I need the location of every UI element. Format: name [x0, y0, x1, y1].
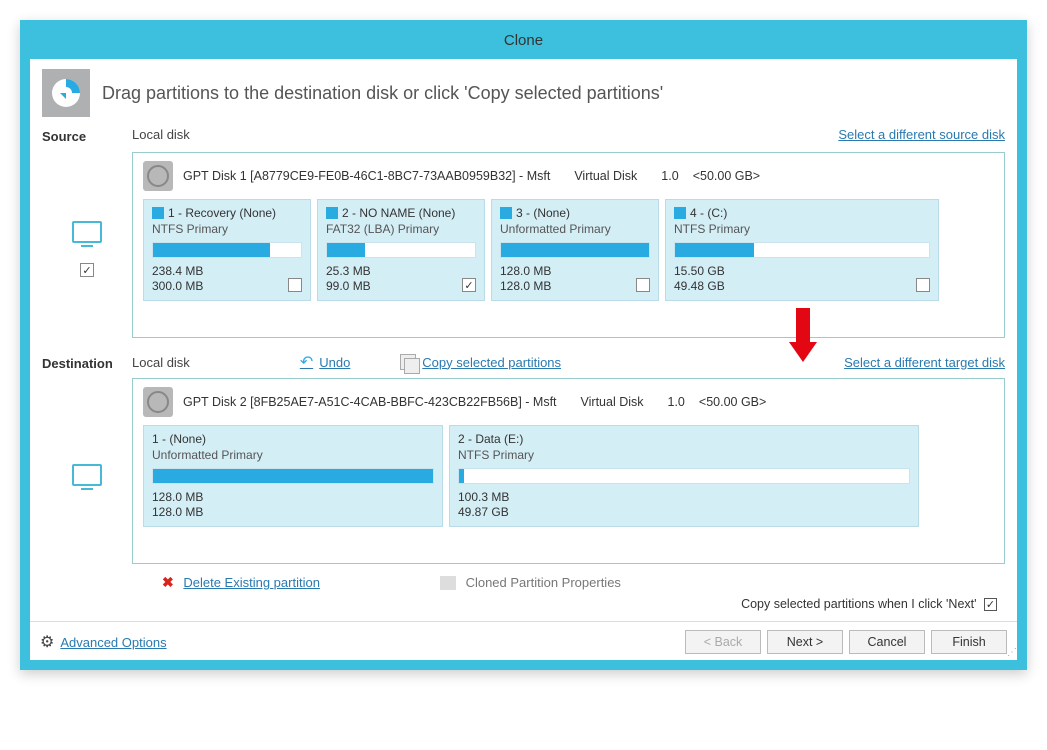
source-disk-panel: GPT Disk 1 [A8779CE9-FE0B-46C1-8BC7-73AA… — [132, 152, 1005, 338]
source-disk-header: GPT Disk 1 [A8779CE9-FE0B-46C1-8BC7-73AA… — [143, 161, 994, 191]
source-label: Source — [42, 127, 132, 144]
partition-tile[interactable]: 4 - (C:) NTFS Primary 15.50 GB49.48 GB — [665, 199, 939, 301]
destination-label: Destination — [42, 354, 132, 371]
cloned-properties-button[interactable]: Cloned Partition Properties — [440, 575, 621, 591]
destination-header: Destination Local disk ↶ Undo Copy selec… — [42, 352, 1005, 372]
instruction-text: Drag partitions to the destination disk … — [102, 83, 663, 104]
undo-button[interactable]: ↶ Undo — [300, 352, 350, 372]
destination-sublabel: Local disk — [132, 355, 190, 370]
partition-sizes: 128.0 MB128.0 MB — [152, 490, 434, 520]
delete-partition-label: Delete Existing partition — [183, 575, 320, 590]
partition-fs: Unformatted Primary — [152, 448, 434, 462]
copy-icon — [400, 354, 416, 370]
partition-tile[interactable]: 1 - (None) Unformatted Primary 128.0 MB128… — [143, 425, 443, 527]
dest-disk-ver: 1.0 — [668, 395, 685, 409]
delete-partition-button[interactable]: ✖ Delete Existing partition — [162, 574, 320, 591]
source-disk-label: GPT Disk 1 [A8779CE9-FE0B-46C1-8BC7-73AA… — [183, 169, 550, 183]
partition-fs: NTFS Primary — [152, 222, 302, 236]
finish-button[interactable]: Finish — [931, 630, 1007, 654]
content-area: Drag partitions to the destination disk … — [30, 59, 1017, 621]
undo-icon: ↶ — [300, 352, 313, 372]
partition-title: 3 - (None) — [516, 206, 570, 220]
dest-disk-size: <50.00 GB> — [699, 395, 766, 409]
partition-fs: FAT32 (LBA) Primary — [326, 222, 476, 236]
source-host-icon-col: ✓ — [42, 152, 132, 338]
partition-fs: Unformatted Primary — [500, 222, 650, 236]
window-title: Clone — [28, 28, 1019, 59]
source-sublabel: Local disk — [132, 127, 190, 142]
partition-checkbox[interactable] — [636, 278, 650, 292]
copy-selected-button[interactable]: Copy selected partitions — [400, 354, 561, 370]
clone-wizard-window: Clone Drag partitions to the destination… — [20, 20, 1027, 670]
source-disk-size: <50.00 GB> — [693, 169, 760, 183]
advanced-options-link[interactable]: Advanced Options — [60, 635, 166, 650]
hdd-icon — [143, 161, 173, 191]
partition-title: 1 - (None) — [152, 432, 206, 446]
clone-icon — [42, 69, 90, 117]
next-button[interactable]: Next > — [767, 630, 843, 654]
cloned-properties-label: Cloned Partition Properties — [466, 575, 621, 590]
usage-bar — [674, 242, 930, 258]
partition-fs: NTFS Primary — [674, 222, 930, 236]
windows-icon — [326, 207, 338, 219]
select-source-link[interactable]: Select a different source disk — [838, 127, 1005, 142]
cancel-button[interactable]: Cancel — [849, 630, 925, 654]
dest-disk-label: GPT Disk 2 [8FB25AE7-A51C-4CAB-BBFC-423C… — [183, 395, 557, 409]
partition-sizes: 15.50 GB49.48 GB — [674, 264, 930, 294]
windows-icon — [152, 207, 164, 219]
copy-on-next-checkbox[interactable]: ✓ — [984, 598, 997, 611]
usage-bar — [500, 242, 650, 258]
partition-title: 2 - Data (E:) — [458, 432, 523, 446]
copy-on-next-label: Copy selected partitions when I click 'N… — [741, 597, 976, 611]
sliders-icon: ⚙ — [40, 632, 54, 652]
partition-title: 4 - (C:) — [690, 206, 727, 220]
partition-sizes: 128.0 MB128.0 MB — [500, 264, 650, 294]
delete-icon: ✖ — [162, 574, 174, 590]
back-button[interactable]: < Back — [685, 630, 761, 654]
destination-disk-header: GPT Disk 2 [8FB25AE7-A51C-4CAB-BBFC-423C… — [143, 387, 994, 417]
usage-bar — [458, 468, 910, 484]
dest-host-icon-col — [42, 378, 132, 564]
resize-grip[interactable]: ⋰ — [1007, 647, 1015, 658]
partition-title: 2 - NO NAME (None) — [342, 206, 455, 220]
destination-disk-panel: GPT Disk 2 [8FB25AE7-A51C-4CAB-BBFC-423C… — [132, 378, 1005, 564]
partition-tile[interactable]: 2 - NO NAME (None) FAT32 (LBA) Primary 25.… — [317, 199, 485, 301]
source-disk-checkbox[interactable]: ✓ — [80, 263, 94, 277]
under-actions-row: ✖ Delete Existing partition Cloned Parti… — [42, 574, 1005, 591]
partition-sizes: 238.4 MB300.0 MB — [152, 264, 302, 294]
red-arrow-indicator — [791, 308, 815, 358]
partition-sizes: 100.3 MB49.87 GB — [458, 490, 910, 520]
partition-fs: NTFS Primary — [458, 448, 910, 462]
partition-checkbox[interactable]: ✓ — [462, 278, 476, 292]
hdd-icon — [143, 387, 173, 417]
source-disk-ver: 1.0 — [661, 169, 678, 183]
copy-on-next-row: Copy selected partitions when I click 'N… — [42, 597, 997, 611]
source-disk-type: Virtual Disk — [574, 169, 637, 183]
partition-tile[interactable]: 2 - Data (E:) NTFS Primary 100.3 MB49.87 G… — [449, 425, 919, 527]
partition-tile[interactable]: 3 - (None) Unformatted Primary 128.0 MB128… — [491, 199, 659, 301]
usage-bar — [326, 242, 476, 258]
footer: ⚙ Advanced Options < Back Next > Cancel … — [30, 621, 1017, 660]
dest-disk-type: Virtual Disk — [581, 395, 644, 409]
properties-icon — [440, 576, 456, 590]
partition-title: 1 - Recovery (None) — [168, 206, 276, 220]
partition-checkbox[interactable] — [288, 278, 302, 292]
monitor-icon — [72, 221, 102, 243]
partition-checkbox[interactable] — [916, 278, 930, 292]
partition-tile[interactable]: 1 - Recovery (None) NTFS Primary 238.4 MB3… — [143, 199, 311, 301]
monitor-icon — [72, 464, 102, 486]
windows-icon — [500, 207, 512, 219]
copy-selected-label: Copy selected partitions — [422, 355, 561, 370]
select-target-link[interactable]: Select a different target disk — [844, 355, 1005, 370]
usage-bar — [152, 242, 302, 258]
undo-label: Undo — [319, 355, 350, 370]
source-header: Source Local disk Select a different sou… — [42, 127, 1005, 144]
usage-bar — [152, 468, 434, 484]
windows-icon — [674, 207, 686, 219]
instruction-row: Drag partitions to the destination disk … — [42, 69, 1005, 117]
partition-sizes: 25.3 MB99.0 MB — [326, 264, 476, 294]
